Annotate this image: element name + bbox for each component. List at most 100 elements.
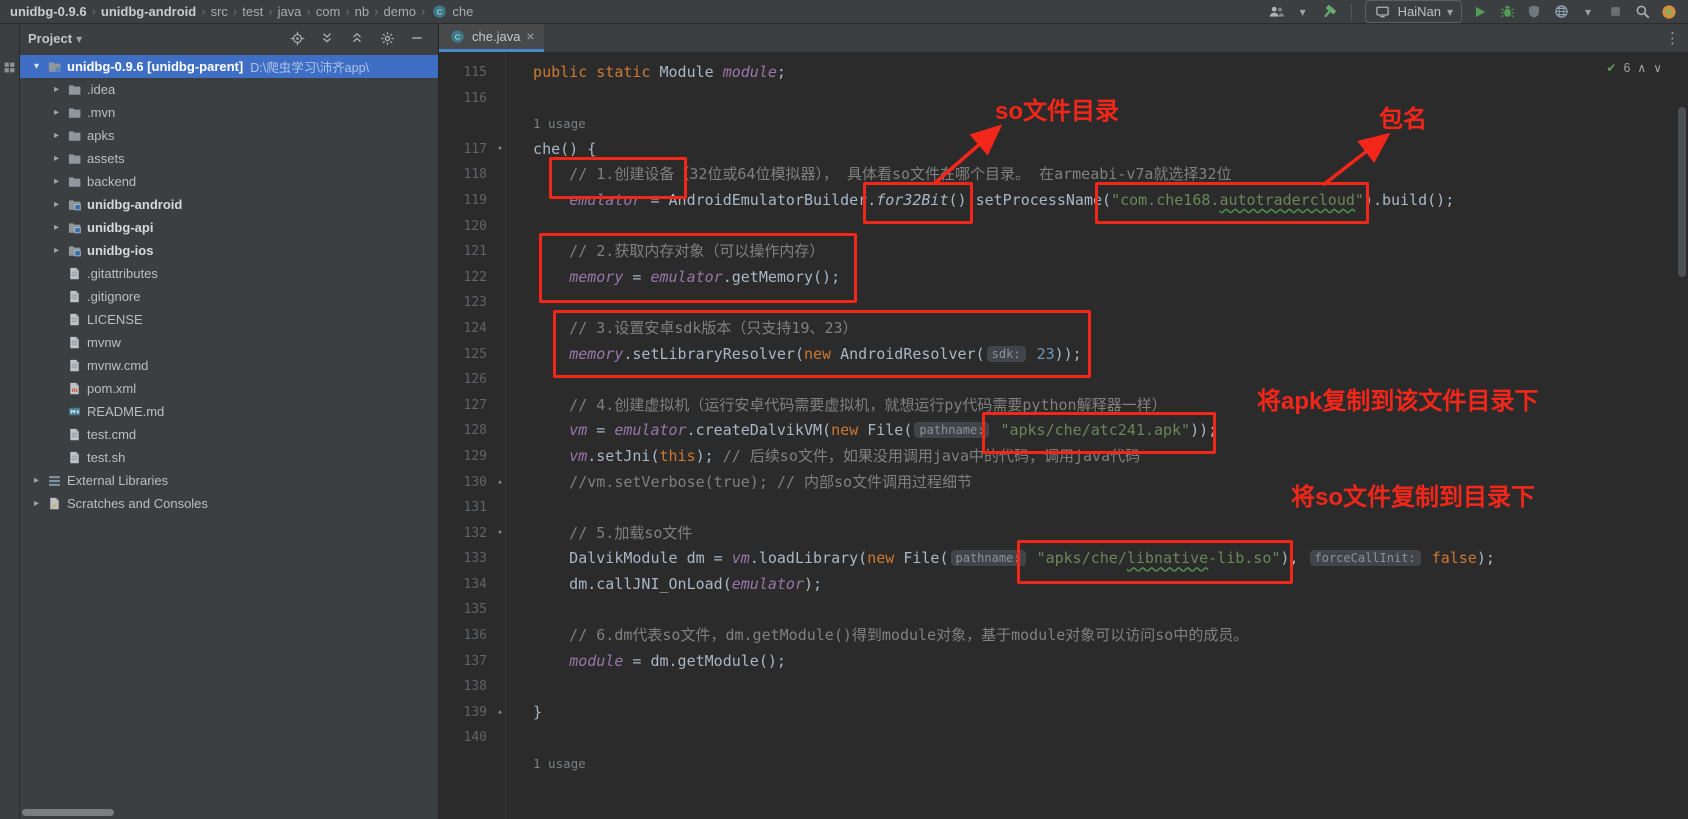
code-line[interactable]: 137 module = dm.getModule();: [439, 649, 1688, 675]
tree-item[interactable]: ▸ Scratches and Consoles: [20, 492, 438, 515]
code-line[interactable]: 116: [439, 86, 1688, 112]
collapse-all-icon[interactable]: [348, 29, 366, 47]
tree-item[interactable]: ▸ unidbg-ios: [20, 239, 438, 262]
chevron-right-icon[interactable]: ▸: [48, 84, 65, 95]
run-icon[interactable]: [1471, 3, 1489, 21]
usage-hint[interactable]: 1 usage: [533, 756, 586, 771]
chevron-right-icon[interactable]: ▸: [48, 245, 65, 256]
browser-icon[interactable]: [1552, 3, 1570, 21]
breadcrumb-item[interactable]: demo: [381, 4, 418, 19]
locate-icon[interactable]: [288, 29, 306, 47]
code-line[interactable]: 128 vm = emulator.createDalvikVM(new Fil…: [439, 418, 1688, 444]
code-line[interactable]: 119 emulator = AndroidEmulatorBuilder.fo…: [439, 188, 1688, 214]
chevron-right-icon[interactable]: ▸: [48, 199, 65, 210]
tree-item[interactable]: README.md: [20, 400, 438, 423]
tree-item[interactable]: ▸ apks: [20, 124, 438, 147]
inspections-widget[interactable]: ✔ 6 ∧ ∨: [1606, 61, 1662, 75]
code-line[interactable]: 122 memory = emulator.getMemory();: [439, 265, 1688, 291]
breadcrumb-item[interactable]: nb: [353, 4, 371, 19]
tree-item[interactable]: ▸ .idea: [20, 78, 438, 101]
close-icon[interactable]: ×: [526, 29, 534, 44]
fold-marker-icon[interactable]: ▾: [491, 137, 509, 163]
code-line[interactable]: 140: [439, 725, 1688, 751]
code-line[interactable]: 130 ▴ //vm.setVerbose(true); // 内部so文件调用过…: [439, 470, 1688, 496]
code-line[interactable]: 125 memory.setLibraryResolver(new Androi…: [439, 342, 1688, 368]
vertical-scrollbar[interactable]: [1676, 53, 1687, 819]
code-line[interactable]: 123: [439, 290, 1688, 316]
code-line[interactable]: 132 ▾ // 5.加载so文件: [439, 521, 1688, 547]
tree-item[interactable]: test.cmd: [20, 423, 438, 446]
chevron-right-icon[interactable]: ▸: [28, 498, 45, 509]
chevron-right-icon[interactable]: ▸: [48, 130, 65, 141]
stop-icon[interactable]: [1606, 3, 1624, 21]
tree-item[interactable]: test.sh: [20, 446, 438, 469]
chevron-down-icon[interactable]: ▾: [1579, 3, 1597, 21]
tree-item[interactable]: ▸ External Libraries: [20, 469, 438, 492]
chevron-down-icon[interactable]: ▾: [28, 61, 45, 72]
code-line[interactable]: 117 ▾ che() {: [439, 137, 1688, 163]
debug-icon[interactable]: [1498, 3, 1516, 21]
code-line[interactable]: 138: [439, 674, 1688, 700]
code-line[interactable]: 124 // 3.设置安卓sdk版本（只支持19、23）: [439, 316, 1688, 342]
chevron-down-icon[interactable]: ▾: [1294, 3, 1312, 21]
status-indicator-icon[interactable]: [1660, 3, 1678, 21]
tree-item[interactable]: ▸ backend: [20, 170, 438, 193]
users-icon[interactable]: [1268, 3, 1286, 21]
settings-gear-icon[interactable]: [378, 29, 396, 47]
tree-item[interactable]: ▸ unidbg-api: [20, 216, 438, 239]
chevron-right-icon[interactable]: ▸: [28, 475, 45, 486]
code-line[interactable]: 131: [439, 495, 1688, 521]
chevron-right-icon[interactable]: ▸: [48, 176, 65, 187]
tree-item[interactable]: .gitignore: [20, 285, 438, 308]
usage-inlay-line[interactable]: 1 usage: [439, 111, 1688, 137]
fold-marker-icon[interactable]: ▴: [491, 700, 509, 726]
tab-che-java[interactable]: C che.java ×: [439, 24, 544, 52]
breadcrumb-item[interactable]: java: [276, 4, 304, 19]
tree-item[interactable]: m pom.xml: [20, 377, 438, 400]
tree-item[interactable]: mvnw.cmd: [20, 354, 438, 377]
build-hammer-icon[interactable]: [1320, 3, 1338, 21]
tree-item[interactable]: ▸ unidbg-android: [20, 193, 438, 216]
chevron-right-icon[interactable]: ▸: [48, 107, 65, 118]
chevron-down-icon[interactable]: ▾: [76, 31, 82, 46]
run-config-select[interactable]: HaiNan ▾: [1364, 0, 1462, 23]
code-line[interactable]: 139 ▴ }: [439, 700, 1688, 726]
chevron-down-icon[interactable]: ∨: [1653, 61, 1662, 75]
tree-item[interactable]: mvnw: [20, 331, 438, 354]
code-line[interactable]: 136 // 6.dm代表so文件，dm.getModule()得到module…: [439, 623, 1688, 649]
code-line[interactable]: 134 dm.callJNI_OnLoad(emulator);: [439, 572, 1688, 598]
search-icon[interactable]: [1633, 3, 1651, 21]
code-editor[interactable]: 115 public static Module module; 116 1 usa…: [439, 53, 1688, 819]
breadcrumb-item[interactable]: test: [240, 4, 265, 19]
code-line[interactable]: 135: [439, 597, 1688, 623]
breadcrumb-item[interactable]: Cche: [428, 4, 475, 19]
code-line[interactable]: 121 // 2.获取内存对象（可以操作内存）: [439, 239, 1688, 265]
code-line[interactable]: 118 // 1.创建设备（32位或64位模拟器）， 具体看so文件在哪个目录。…: [439, 162, 1688, 188]
tree-item[interactable]: ▸ .mvn: [20, 101, 438, 124]
tree-item[interactable]: ▸ assets: [20, 147, 438, 170]
project-stripe-icon[interactable]: [1, 58, 19, 76]
horizontal-scrollbar[interactable]: [22, 809, 114, 816]
project-title[interactable]: Project: [28, 31, 72, 46]
hide-icon[interactable]: [408, 29, 426, 47]
code-line[interactable]: 120: [439, 214, 1688, 240]
usage-inlay-line[interactable]: 1 usage: [439, 751, 1688, 777]
tree-item[interactable]: LICENSE: [20, 308, 438, 331]
breadcrumb-item[interactable]: com: [314, 4, 343, 19]
breadcrumb-item[interactable]: src: [209, 4, 230, 19]
code-line[interactable]: 133 DalvikModule dm = vm.loadLibrary(new…: [439, 546, 1688, 572]
code-line[interactable]: 127 // 4.创建虚拟机（运行安卓代码需要虚拟机，就想运行py代码需要pyt…: [439, 393, 1688, 419]
chevron-right-icon[interactable]: ▸: [48, 153, 65, 164]
fold-marker-icon[interactable]: ▾: [491, 521, 509, 547]
code-line[interactable]: 115 public static Module module;: [439, 60, 1688, 86]
breadcrumb-item[interactable]: unidbg-0.9.6: [8, 4, 89, 19]
chevron-right-icon[interactable]: ▸: [48, 222, 65, 233]
code-line[interactable]: 126: [439, 367, 1688, 393]
expand-all-icon[interactable]: [318, 29, 336, 47]
coverage-icon[interactable]: [1525, 3, 1543, 21]
tree-item[interactable]: ▾ unidbg-0.9.6 [unidbg-parent] D:\爬虫学习\沛齐a…: [20, 55, 438, 78]
code-line[interactable]: 129 vm.setJni(this); // 后续so文件，如果没用调用jav…: [439, 444, 1688, 470]
usage-hint[interactable]: 1 usage: [533, 116, 586, 131]
chevron-up-icon[interactable]: ∧: [1637, 61, 1646, 75]
breadcrumb-item[interactable]: unidbg-android: [99, 4, 198, 19]
